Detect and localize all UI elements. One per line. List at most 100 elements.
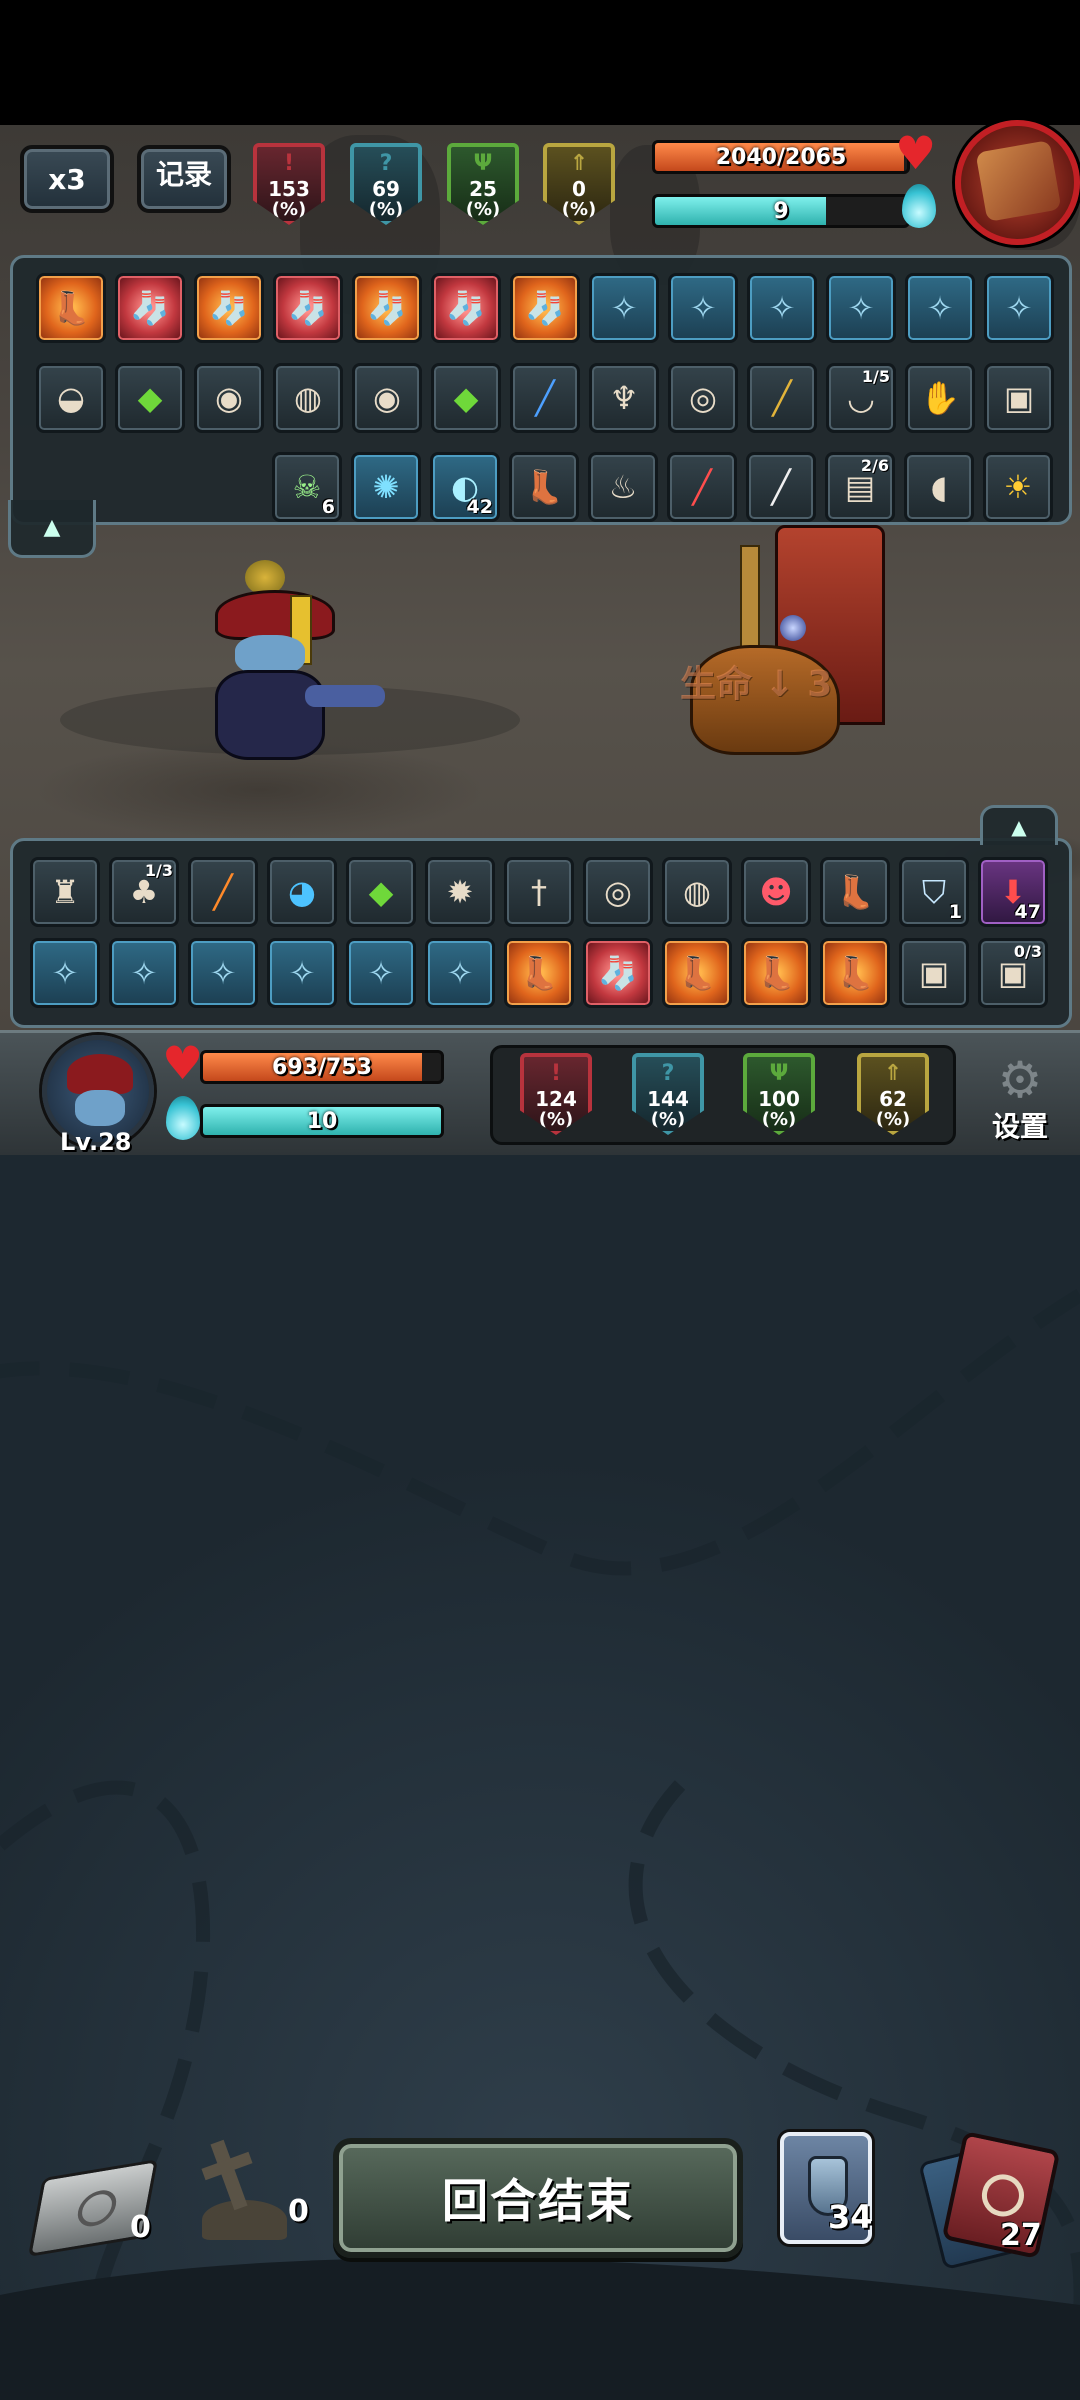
player-item-slot[interactable]: ✧: [425, 938, 495, 1008]
enemy-item-slot[interactable]: ✧: [984, 273, 1054, 343]
skill-icon: ✧: [209, 954, 237, 992]
enemy-item-slot[interactable]: ✋: [905, 363, 975, 433]
player-item-slot[interactable]: 👢: [820, 938, 890, 1008]
enemy-item-slot[interactable]: ☀: [983, 452, 1053, 522]
enemy-item-slot[interactable]: ◖: [904, 452, 974, 522]
enemy-item-slot[interactable]: ◉: [352, 363, 422, 433]
enemy-item-slot[interactable]: ☠ 6: [272, 452, 342, 522]
player-item-slot[interactable]: 👢: [820, 857, 890, 927]
enemy-item-slot[interactable]: 🧦: [273, 273, 343, 343]
enemy-energy-text: 9: [773, 198, 789, 224]
expand-player-panel-button[interactable]: ▲: [980, 805, 1058, 845]
player-item-slot[interactable]: 👢: [741, 938, 811, 1008]
log-button[interactable]: 记录: [137, 145, 231, 213]
stat-unit: (%): [271, 199, 307, 220]
enemy-item-slot[interactable]: ◆: [431, 363, 501, 433]
player-hat: [215, 590, 335, 640]
enemy-item-slot[interactable]: ◉: [194, 363, 264, 433]
enemy-hp-text: 2040/2065: [715, 144, 847, 170]
collapse-enemy-panel-button[interactable]: ▲: [8, 500, 96, 558]
enemy-item-slot[interactable]: 🧦: [431, 273, 501, 343]
enemy-portrait[interactable]: [955, 120, 1080, 245]
grave-pile-button[interactable]: [192, 2139, 287, 2240]
enemy-item-slot[interactable]: ◒: [36, 363, 106, 433]
player-item-slot[interactable]: ⬇ 47: [978, 857, 1048, 927]
player-item-slot[interactable]: ▣: [899, 938, 969, 1008]
question-icon: ?: [661, 1061, 675, 1086]
enemy-item-slot[interactable]: 👢: [36, 273, 106, 343]
enemy-item-slot[interactable]: 🧦: [352, 273, 422, 343]
enemy-item-slot[interactable]: ╱: [510, 363, 580, 433]
enemy-item-slot[interactable]: ◆: [115, 363, 185, 433]
scarecrow-icon: ♜: [50, 873, 80, 911]
player-item-slot[interactable]: 👢: [662, 938, 732, 1008]
settings-button[interactable]: ⚙ 设置: [975, 1055, 1065, 1150]
player-item-slot[interactable]: ╱: [188, 857, 258, 927]
water-orb-icon: ◕: [288, 873, 316, 911]
player-item-slot[interactable]: ◍: [662, 857, 732, 927]
drum-icon: ◎: [689, 379, 717, 417]
player-item-slot[interactable]: ✧: [30, 938, 100, 1008]
enemy-item-slot[interactable]: ▣: [984, 363, 1054, 433]
enemy-item-slot[interactable]: ✧: [668, 273, 738, 343]
enemy-item-slot[interactable]: ✧: [826, 273, 896, 343]
player-item-slot[interactable]: ◕: [267, 857, 337, 927]
end-turn-button[interactable]: 回合结束: [333, 2138, 743, 2258]
player-face: [235, 635, 305, 675]
player-item-slot[interactable]: †: [504, 857, 574, 927]
player-item-slot[interactable]: ◆: [346, 857, 416, 927]
enemy-item-slot[interactable]: ◐ 42: [430, 452, 500, 522]
enemy-item-slot[interactable]: ♆: [589, 363, 659, 433]
skull-icon: ☠: [292, 468, 322, 506]
player-item-slot[interactable]: ⛉ 1: [899, 857, 969, 927]
enemy-item-slot[interactable]: ◍: [273, 363, 343, 433]
player-item-slot[interactable]: ◎: [583, 857, 653, 927]
speed-button[interactable]: x3: [20, 145, 114, 213]
enemy-item-slot[interactable]: ◡ 1/5: [826, 363, 896, 433]
enemy-item-slot[interactable]: ✧: [589, 273, 659, 343]
enemy-item-slot[interactable]: ╱: [747, 363, 817, 433]
stat-value: 0: [572, 177, 586, 201]
enemy-item-slot[interactable]: 🧦: [115, 273, 185, 343]
player-item-slot[interactable]: ✧: [188, 938, 258, 1008]
green-gem-icon: ◆: [453, 379, 479, 417]
player-item-slot[interactable]: ♣ 1/3: [109, 857, 179, 927]
enemy-item-slot[interactable]: ╱: [667, 452, 737, 522]
enemy-item-slot[interactable]: ✧: [905, 273, 975, 343]
player-item-slot[interactable]: ♜: [30, 857, 100, 927]
player-item-slot[interactable]: ✧: [267, 938, 337, 1008]
player-level: Lv.28: [60, 1128, 132, 1156]
enemy-item-slot[interactable]: ✧: [747, 273, 817, 343]
enemy-item-slot[interactable]: ♨: [588, 452, 658, 522]
stat-unit: (%): [875, 1109, 911, 1130]
player-item-slot[interactable]: ✧: [346, 938, 416, 1008]
enemy-avatar-icon: [975, 140, 1062, 222]
enemy-item-slot[interactable]: ╱: [746, 452, 816, 522]
enemy-item-slot[interactable]: ▤ 2/6: [825, 452, 895, 522]
enemy-item-slot[interactable]: ✺: [351, 452, 421, 522]
player-item-slot[interactable]: ▣ 0/3: [978, 938, 1048, 1008]
trident-icon: Ψ: [769, 1061, 789, 1086]
chevron-up-icon: ▲: [43, 515, 61, 540]
gear-icon: ⚙: [997, 1051, 1043, 1109]
player-item-slot[interactable]: ✧: [109, 938, 179, 1008]
blue-wand-icon: ╱: [535, 379, 555, 417]
boot-icon: 👢: [519, 954, 559, 992]
enemy-item-slot[interactable]: 🧦: [194, 273, 264, 343]
owl-icon: ◍: [683, 873, 711, 911]
player-item-slot[interactable]: 👢: [504, 938, 574, 1008]
fire-mask-icon: ☀: [1003, 468, 1033, 506]
player-item-slot[interactable]: ✹: [425, 857, 495, 927]
item-charges: 2/6: [860, 456, 889, 475]
player-item-slot[interactable]: 🧦: [583, 938, 653, 1008]
stat-value: 153: [268, 177, 310, 201]
question-icon: ?: [379, 151, 393, 176]
player-item-slot[interactable]: ☻: [741, 857, 811, 927]
slot-machine-icon: ▣: [1003, 379, 1035, 417]
enemy-item-slot[interactable]: ◎: [668, 363, 738, 433]
boot-icon: 👢: [524, 468, 564, 506]
player-character: [195, 560, 395, 790]
enemy-item-slot[interactable]: 🧦: [510, 273, 580, 343]
heart-icon: ♥: [895, 126, 937, 180]
enemy-item-slot[interactable]: 👢: [509, 452, 579, 522]
